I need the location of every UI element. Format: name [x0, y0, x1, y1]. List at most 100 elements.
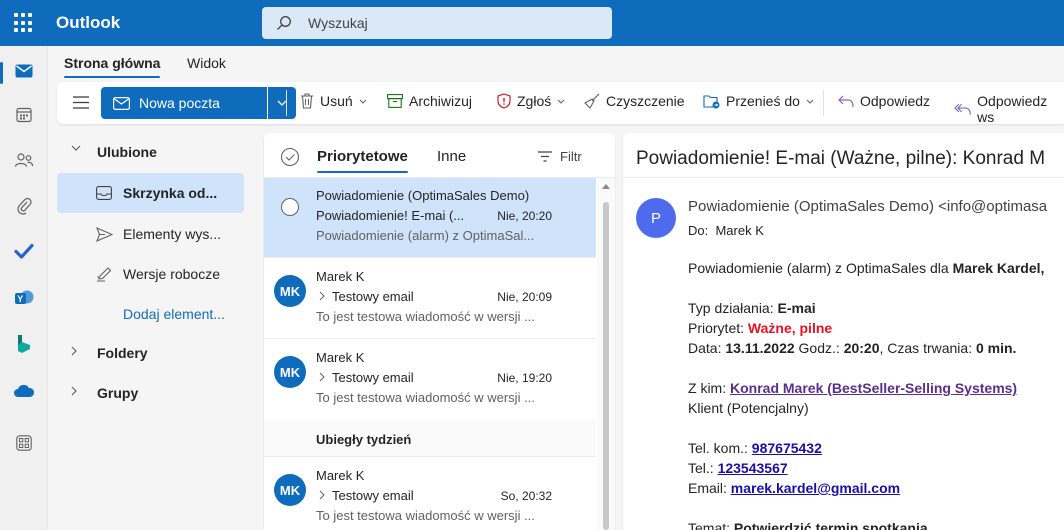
- new-mail-icon: [113, 96, 130, 110]
- tab-other[interactable]: Inne: [437, 148, 466, 165]
- calendar-icon[interactable]: [13, 104, 35, 126]
- avatar[interactable]: MK: [274, 356, 306, 388]
- date-label: Data:: [688, 340, 726, 356]
- chevron-down-icon: [557, 99, 565, 104]
- to-recipient[interactable]: Marek K: [715, 223, 763, 238]
- group-header-label: Ubiegły tydzień: [316, 432, 412, 447]
- report-label: Zgłoś: [517, 93, 552, 109]
- trash-icon: [301, 93, 313, 109]
- folder-inbox[interactable]: Skrzynka od...: [57, 173, 244, 213]
- inbox-icon: [95, 184, 113, 202]
- select-message-radio[interactable]: [281, 198, 299, 216]
- reply-button[interactable]: Odpowiedz: [838, 93, 930, 109]
- avatar[interactable]: MK: [274, 474, 306, 506]
- attachment-icon[interactable]: [13, 195, 35, 217]
- type-value: E-mai: [777, 300, 816, 316]
- priority-label: Priorytet:: [688, 320, 748, 336]
- people-icon[interactable]: [13, 149, 35, 171]
- message-preview: To jest testowa wiadomość w wersji ...: [316, 390, 535, 405]
- phone-link[interactable]: 123543567: [718, 460, 788, 476]
- todo-icon[interactable]: [13, 240, 35, 262]
- chevron-down-icon: [71, 145, 81, 151]
- folder-drafts[interactable]: Wersje robocze: [57, 254, 244, 294]
- time-label: Godz.:: [794, 340, 844, 356]
- ribbon-divider: [286, 90, 287, 116]
- intro-name: Marek Kardel,: [952, 260, 1045, 276]
- app-launcher-icon[interactable]: [14, 13, 34, 33]
- favorites-label: Ulubione: [97, 144, 157, 160]
- pencil-icon: [95, 265, 113, 283]
- email-from[interactable]: Powiadomienie (OptimaSales Demo) <info@o…: [688, 198, 1047, 215]
- report-button[interactable]: Zgłoś: [497, 93, 565, 109]
- type-label: Typ działania:: [688, 300, 778, 316]
- add-favorite-link[interactable]: Dodaj element...: [123, 306, 225, 322]
- archive-button[interactable]: Archiwizuj: [387, 93, 472, 109]
- sweep-button[interactable]: Czyszczenie: [584, 93, 685, 109]
- list-item[interactable]: MK Marek K Testowy email Nie, 20:09 To j…: [264, 259, 596, 339]
- tab-view[interactable]: Widok: [187, 55, 226, 71]
- message-preview: To jest testowa wiadomość w wersji ...: [316, 508, 535, 523]
- message-sender: Marek K: [316, 350, 365, 365]
- folder-sent-label: Elementy wys...: [123, 226, 222, 242]
- list-item[interactable]: MK Marek K Testowy email So, 20:32 To je…: [264, 458, 596, 530]
- email-to: Do: Marek K: [688, 223, 764, 238]
- app-title[interactable]: Outlook: [56, 13, 120, 33]
- new-mail-dropdown-button[interactable]: [268, 87, 296, 119]
- more-apps-icon[interactable]: [13, 432, 35, 454]
- message-list: Priorytetowe Inne Filtr Powiadomienie (O…: [264, 133, 615, 530]
- with-label: Z kim:: [688, 380, 730, 396]
- mobile-label: Tel. kom.:: [688, 440, 752, 456]
- chevron-right-icon: [71, 386, 77, 396]
- date-value: 13.11.2022: [725, 340, 795, 356]
- message-preview: To jest testowa wiadomość w wersji ...: [316, 309, 535, 324]
- email-link[interactable]: marek.kardel@gmail.com: [731, 480, 900, 496]
- move-to-button[interactable]: Przenieś do: [703, 93, 814, 109]
- folder-sent[interactable]: Elementy wys...: [57, 214, 244, 254]
- archive-icon: [387, 94, 403, 108]
- message-time: Nie, 19:20: [497, 371, 552, 385]
- search-icon: [277, 16, 291, 30]
- client-type: Klient (Potencjalny): [688, 400, 809, 416]
- move-to-label: Przenieś do: [726, 93, 800, 109]
- contact-link[interactable]: Konrad Marek (BestSeller-Selling Systems…: [730, 380, 1017, 396]
- list-item[interactable]: Powiadomienie (OptimaSales Demo) Powiado…: [264, 178, 596, 258]
- sender-avatar[interactable]: P: [636, 198, 676, 238]
- groups-group[interactable]: Grupy: [57, 375, 244, 411]
- delete-button[interactable]: Usuń: [300, 93, 367, 109]
- search-placeholder: Wyszukaj: [308, 15, 368, 31]
- folders-group[interactable]: Foldery: [57, 335, 244, 371]
- bookings-icon[interactable]: [13, 333, 35, 355]
- mobile-link[interactable]: 987675432: [752, 440, 822, 456]
- email-card: P Powiadomienie (OptimaSales Demo) <info…: [623, 177, 1064, 530]
- ribbon-toolbar: Nowa poczta Usuń Archiwizuj Zgłoś Czyszc…: [57, 82, 1064, 125]
- list-scrollbar[interactable]: [597, 178, 615, 530]
- mail-icon[interactable]: [13, 60, 35, 82]
- folders-group-label: Foldery: [97, 345, 148, 361]
- new-mail-button[interactable]: Nowa poczta: [101, 87, 267, 119]
- filter-button[interactable]: Filtr: [538, 149, 582, 164]
- yammer-icon[interactable]: Y: [13, 287, 35, 309]
- search-box[interactable]: Wyszukaj: [262, 7, 612, 39]
- select-all-icon[interactable]: [280, 147, 300, 167]
- scroll-up-arrow[interactable]: [602, 184, 610, 189]
- list-item[interactable]: MK Marek K Testowy email Nie, 19:20 To j…: [264, 340, 596, 420]
- hamburger-icon[interactable]: [73, 96, 89, 114]
- folder-move-icon: [703, 94, 720, 108]
- avatar[interactable]: MK: [274, 275, 306, 307]
- phone-label: Tel.:: [688, 460, 718, 476]
- reply-all-label: Odpowiedz ws: [977, 93, 1048, 125]
- topic-label: Temat:: [688, 520, 734, 530]
- tab-home[interactable]: Strona główna: [64, 55, 161, 78]
- folder-pane: Ulubione Skrzynka od... Elementy wys... …: [57, 132, 257, 530]
- sweep-label: Czyszczenie: [606, 93, 685, 109]
- onedrive-icon[interactable]: [13, 380, 35, 402]
- reply-all-button[interactable]: Odpowiedz ws: [954, 93, 1064, 125]
- reply-label: Odpowiedz: [860, 93, 931, 109]
- send-icon: [95, 225, 113, 243]
- message-sender: Powiadomienie (OptimaSales Demo): [316, 188, 530, 203]
- delete-label: Usuń: [320, 93, 353, 109]
- favorites-group[interactable]: Ulubione: [57, 134, 244, 170]
- tab-focused[interactable]: Priorytetowe: [317, 148, 408, 173]
- scrollbar-thumb[interactable]: [603, 202, 609, 530]
- message-time: So, 20:32: [500, 489, 552, 503]
